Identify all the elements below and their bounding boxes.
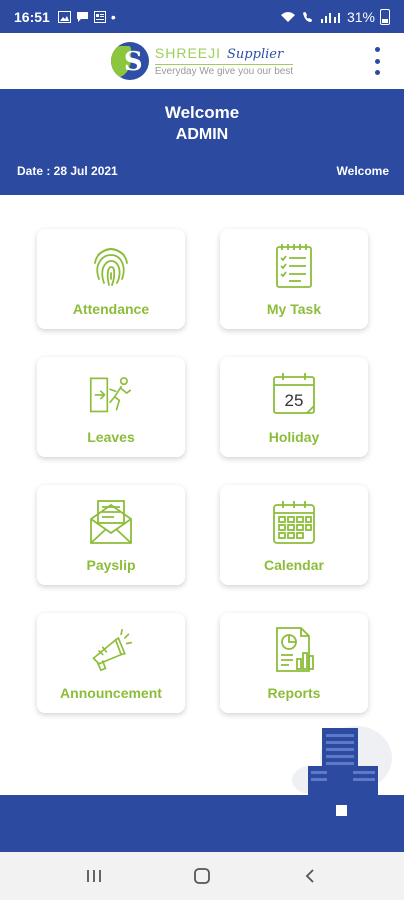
battery-icon xyxy=(380,8,390,25)
tile-calendar[interactable]: Calendar xyxy=(220,485,368,585)
calendar-date-icon: 25 xyxy=(273,373,315,414)
dot-icon: • xyxy=(110,8,116,25)
tile-label: Announcement xyxy=(60,685,162,701)
wifi-icon xyxy=(280,11,295,22)
brand-tagline: Everyday We give you our best xyxy=(154,64,294,77)
fingerprint-icon xyxy=(94,248,128,286)
square-icon xyxy=(336,805,347,816)
home-button[interactable] xyxy=(182,861,222,891)
tile-label: Payslip xyxy=(86,557,136,573)
tile-label: Attendance xyxy=(72,301,150,317)
tile-label: Calendar xyxy=(264,557,324,573)
recent-apps-button[interactable] xyxy=(74,861,114,891)
tile-my-task[interactable]: My Task xyxy=(220,229,368,329)
tile-label: Holiday xyxy=(268,429,320,445)
brand-suffix: Supplier xyxy=(227,47,284,62)
notification-icons: • xyxy=(57,8,116,25)
welcome-title: Welcome xyxy=(164,103,240,122)
envelope-icon xyxy=(90,500,132,544)
user-name: ADMIN xyxy=(175,126,229,143)
welcome-banner: Welcome ADMIN Date : 28 Jul 2021 Welcome xyxy=(0,89,404,195)
tile-label: Reports xyxy=(267,685,321,701)
back-button[interactable] xyxy=(290,861,330,891)
tile-attendance[interactable]: Attendance xyxy=(37,229,185,329)
signal-icon xyxy=(320,12,340,23)
exit-icon xyxy=(89,377,132,413)
megaphone-icon xyxy=(92,628,133,672)
building-illustration xyxy=(292,726,392,798)
checklist-icon xyxy=(276,244,312,288)
bottom-bar xyxy=(0,795,404,852)
status-time: 16:51 xyxy=(14,8,50,25)
logo-text: SHREEJI Supplier Everyday We give you our… xyxy=(154,45,294,77)
status-bar: 16:51 • 31% xyxy=(0,0,404,33)
tile-announcement[interactable]: Announcement xyxy=(37,613,185,713)
tile-label: My Task xyxy=(266,301,322,317)
tile-leaves[interactable]: Leaves xyxy=(37,357,185,457)
image-icon xyxy=(57,10,71,23)
recent-apps-icon xyxy=(87,870,101,882)
welcome-right-label: Welcome xyxy=(336,164,389,178)
calendar-icon xyxy=(273,501,315,544)
tile-holiday[interactable]: 25 Holiday xyxy=(220,357,368,457)
system-icons: 31% xyxy=(280,8,390,25)
app-header: S SHREEJI Supplier Everyday We give you o… xyxy=(0,33,404,89)
brand-name: SHREEJI xyxy=(154,45,222,61)
chat-icon xyxy=(76,11,88,22)
tile-label: Leaves xyxy=(87,429,135,445)
report-chart-icon xyxy=(276,627,314,672)
home-icon xyxy=(194,868,210,884)
logo-mark-icon: S xyxy=(110,42,149,80)
tile-payslip[interactable]: Payslip xyxy=(37,485,185,585)
system-nav-bar xyxy=(0,852,404,900)
overflow-menu-icon[interactable] xyxy=(372,47,382,75)
battery-percent: 31% xyxy=(346,8,375,25)
tile-reports[interactable]: Reports xyxy=(220,613,368,713)
company-logo: S SHREEJI Supplier Everyday We give you o… xyxy=(110,42,294,80)
holiday-date-text: 25 xyxy=(285,391,304,410)
volte-icon xyxy=(302,11,312,22)
back-icon xyxy=(305,869,314,883)
news-icon xyxy=(93,10,106,23)
date-label: Date : 28 Jul 2021 xyxy=(17,164,118,178)
